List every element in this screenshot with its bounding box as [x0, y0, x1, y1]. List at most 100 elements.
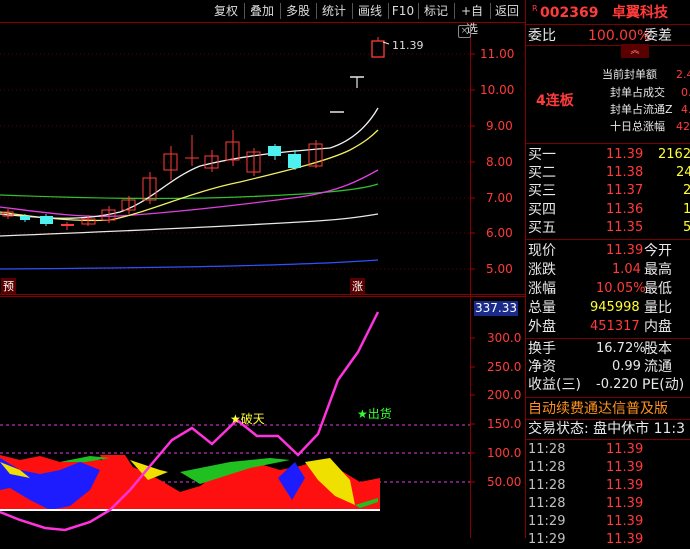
bid-label: 买三	[528, 183, 556, 199]
toolbar-multi-stock-button[interactable]: 多股	[282, 2, 314, 20]
info-value: 0.2	[681, 86, 690, 99]
quote-label: 总量	[528, 300, 556, 316]
bid-label: 买五	[528, 220, 556, 236]
toolbar-f10-button[interactable]: F10	[390, 2, 416, 20]
stat-right-label: 股本	[644, 341, 672, 357]
price-axis-label: 11.00	[480, 47, 515, 61]
indicator-axis-label: 250.0	[487, 360, 522, 374]
signal-exit-label: 出货	[367, 407, 392, 421]
tick-price: 11.39	[606, 460, 644, 475]
signal-break: ★破天	[230, 410, 265, 427]
quote-label: 涨跌	[528, 262, 556, 278]
star-icon: ★	[230, 412, 241, 426]
indicator-current-value: 337.33	[474, 301, 518, 316]
quote-right-label: 最低	[644, 281, 672, 297]
quote-right-label: 量比	[644, 300, 672, 316]
r-badge-icon: R	[532, 4, 538, 13]
tick-price: 11.39	[606, 442, 644, 457]
quote-right-label: 最高	[644, 262, 672, 278]
tick-price: 11.39	[606, 532, 644, 547]
bid-price: 11.39	[606, 147, 644, 162]
quote-label: 涨幅	[528, 281, 556, 297]
quote-value: 451317	[590, 319, 640, 334]
tick-time: 11:28	[528, 442, 566, 457]
stat-right-label: PE(动)	[642, 377, 685, 393]
tick-price: 11.39	[606, 496, 644, 511]
indicator-axis-label: 200.0	[487, 388, 522, 402]
star-icon: ★	[357, 407, 368, 421]
toolbar-mark-button[interactable]: 标记	[420, 2, 452, 20]
bid-volume: 24	[676, 165, 690, 180]
info-label: 封单占流通Z	[610, 103, 673, 116]
subscription-banner[interactable]: 自动续费通达信普及版	[528, 400, 668, 418]
info-value: 4.	[681, 103, 690, 116]
weibi-value: 100.00%	[588, 28, 651, 44]
price-axis-label: 5.00	[486, 262, 513, 276]
quote-value: 11.39	[606, 243, 644, 258]
tick-time: 11:29	[528, 514, 566, 529]
quote-right-label: 今开	[644, 243, 672, 259]
toolbar-stats-button[interactable]: 统计	[318, 2, 350, 20]
tick-price: 11.39	[606, 514, 644, 529]
info-label: 封单占成交	[610, 86, 665, 99]
tick-time: 11:29	[528, 532, 566, 547]
price-axis: 11.00 10.00 9.00 8.00 7.00 6.00 5.00	[476, 0, 525, 295]
indicator-bands	[0, 455, 380, 510]
pre-marker: 预	[1, 278, 16, 294]
tick-time: 11:28	[528, 460, 566, 475]
stock-name: 卓翼科技	[612, 5, 668, 21]
quote-label: 现价	[528, 243, 556, 259]
price-axis-label: 9.00	[486, 119, 513, 133]
quote-value: 945998	[590, 300, 640, 315]
info-label: 十日总涨幅	[610, 120, 665, 133]
indicator-axis-label: 50.00	[487, 475, 522, 489]
price-axis-label: 6.00	[486, 226, 513, 240]
stat-value: 16.72%	[596, 341, 646, 356]
last-price-label: 11.39	[392, 39, 424, 52]
bid-volume: 2162	[658, 147, 690, 162]
price-axis-label: 10.00	[480, 83, 515, 97]
weicha-label: 委差	[644, 28, 672, 44]
quote-label: 外盘	[528, 319, 556, 335]
toolbar-draw-button[interactable]: 画线	[354, 2, 386, 20]
toolbar-overlay-button[interactable]: 叠加	[246, 2, 278, 20]
expand-icon[interactable]: ︽	[621, 44, 649, 58]
ma-magenta-line	[0, 169, 379, 218]
trade-status: 交易状态: 盘中休市 11:3	[528, 421, 686, 437]
top-toolbar: 复权 叠加 多股 统计 画线 F10 标记 +自选 返回	[0, 0, 525, 36]
bid-label: 买二	[528, 165, 556, 181]
stat-label: 换手	[528, 341, 556, 357]
bid-price: 11.38	[606, 165, 644, 180]
ma-white-high-line	[0, 107, 379, 219]
ma-blue-line	[0, 259, 379, 270]
indicator-axis-label: 300.0	[487, 331, 522, 345]
weibi-label: 委比	[528, 28, 556, 44]
stat-right-label: 流通	[644, 359, 672, 375]
indicator-axis-label: 150.0	[487, 417, 522, 431]
quote-value: 1.04	[612, 262, 641, 277]
quote-panel: R 002369 卓翼科技 委比 100.00% 委差 ︽ 4连板 当前封单额 …	[525, 0, 690, 547]
stock-code: 002369	[540, 5, 599, 21]
signal-break-label: 破天	[240, 412, 265, 426]
price-axis-label: 7.00	[486, 191, 513, 205]
bid-label: 买一	[528, 147, 556, 163]
stat-label: 收益(三)	[528, 377, 581, 393]
bid-price: 11.36	[606, 202, 644, 217]
bid-volume: 5	[683, 220, 690, 235]
info-value: 42	[676, 120, 690, 133]
stat-label: 净资	[528, 359, 556, 375]
bid-volume: 2	[683, 183, 690, 198]
limit-up-marker: 涨	[350, 278, 365, 294]
info-label: 当前封单额	[602, 68, 657, 81]
signal-exit: ★出货	[357, 405, 392, 422]
kline-chart[interactable]	[0, 0, 525, 538]
quote-right-label: 内盘	[644, 319, 672, 335]
tick-time: 11:28	[528, 496, 566, 511]
toolbar-fuquan-button[interactable]: 复权	[210, 2, 242, 20]
indicator-axis: 300.0 250.0 200.0 150.0 100.0 50.00	[476, 296, 525, 538]
streak-label: 4连板	[536, 93, 574, 109]
bid-volume: 1	[683, 202, 690, 217]
candles	[2, 37, 390, 230]
close-icon[interactable]: ×	[458, 25, 471, 38]
info-value: 2.4	[676, 68, 690, 81]
